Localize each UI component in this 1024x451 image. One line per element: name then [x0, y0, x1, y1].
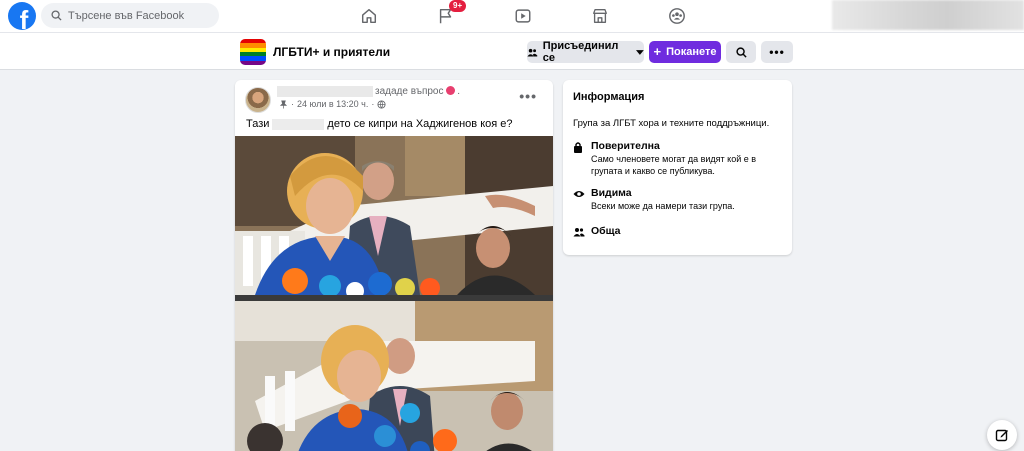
invite-button[interactable]: + Поканете — [649, 41, 721, 63]
nav-marketplace[interactable] — [561, 0, 638, 32]
redacted-name — [272, 118, 325, 130]
privacy-text-2: групата и какво се публикува. — [591, 166, 715, 176]
post-meta: · 24 юли в 13:20 ч. · — [279, 99, 386, 109]
info-title: Информация — [573, 91, 645, 103]
marketplace-icon — [592, 9, 607, 23]
video-icon — [515, 9, 530, 23]
general-row: Обща — [573, 225, 620, 240]
members-icon — [527, 48, 538, 57]
more-icon: ••• — [769, 45, 785, 59]
photo-illustration — [235, 136, 553, 295]
new-message-button[interactable] — [987, 420, 1017, 450]
search-placeholder: Търсене във Facebook — [68, 9, 185, 22]
people-icon — [573, 228, 585, 237]
privacy-title: Поверителна — [591, 140, 660, 152]
joined-button[interactable]: Присъединил се — [527, 40, 644, 64]
groups-icon — [668, 8, 685, 24]
nav-watch[interactable] — [484, 0, 561, 32]
general-title: Обща — [591, 225, 621, 237]
privacy-text-1: Само членовете могат да видят кой е в — [591, 154, 757, 164]
group-search-button[interactable] — [726, 41, 756, 63]
eye-icon — [573, 191, 585, 197]
account-area-blurred — [832, 0, 1024, 30]
group-info-card: Информация Група за ЛГБТ хора и техните … — [563, 80, 792, 255]
search-box[interactable]: Търсене във Facebook — [41, 3, 219, 28]
photo-illustration — [235, 301, 553, 451]
notifications-badge: 9+ — [449, 0, 467, 12]
question-icon — [445, 86, 455, 95]
more-options-button[interactable]: ••• — [761, 41, 793, 63]
author-avatar[interactable] — [245, 87, 271, 113]
post-text: Тази дето се кипри на Хаджигенов коя е? — [246, 118, 513, 130]
lock-icon — [574, 142, 582, 153]
group-icon[interactable] — [240, 39, 266, 65]
nav-home[interactable] — [330, 0, 407, 32]
home-icon — [361, 8, 376, 24]
caret-down-icon — [636, 49, 644, 55]
visible-text: Всеки може да намери тази група. — [591, 201, 735, 211]
group-header: ЛГБТИ+ и приятели Присъединил се + Покан… — [0, 32, 1024, 70]
visible-title: Видима — [591, 187, 632, 199]
post-action-text: зададе въпрос . — [375, 86, 461, 97]
group-description: Група за ЛГБТ хора и техните поддръжници… — [573, 118, 770, 129]
search-icon — [735, 46, 747, 58]
search-icon — [51, 10, 62, 21]
post-options-icon[interactable]: ••• — [519, 89, 537, 103]
post-date[interactable]: 24 юли в 13:20 ч. — [297, 99, 368, 109]
nav-pages[interactable]: 9+ — [407, 0, 484, 32]
pin-icon — [279, 100, 288, 109]
compose-icon — [995, 429, 1008, 442]
visibility-row: Видима Всеки може да намери тази група. — [573, 187, 735, 212]
top-navigation-bar: f Търсене във Facebook 9+ — [0, 0, 1024, 32]
post-card: зададе въпрос . · 24 юли в 13:20 ч. · ••… — [235, 80, 553, 451]
post-photo-1[interactable] — [235, 136, 553, 295]
plus-icon: + — [653, 44, 662, 59]
privacy-row: Поверителна Само членовете могат да видя… — [573, 140, 756, 177]
facebook-logo[interactable]: f — [8, 2, 36, 30]
nav-groups[interactable] — [638, 0, 715, 32]
post-photo-2[interactable] — [235, 301, 553, 451]
globe-icon — [377, 99, 386, 109]
author-name-redacted — [277, 86, 373, 97]
group-name[interactable]: ЛГБТИ+ и приятели — [273, 45, 390, 59]
